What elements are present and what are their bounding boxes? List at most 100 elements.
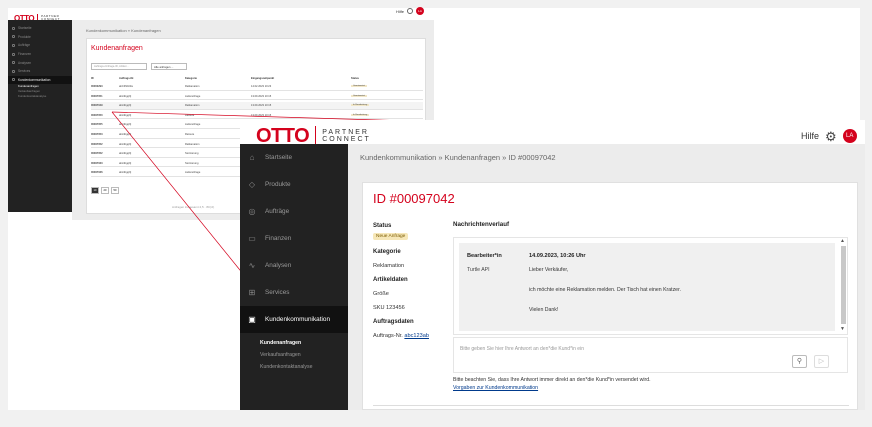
cart-icon [12, 43, 15, 47]
gear-icon[interactable]: ⚙ [825, 130, 837, 143]
table-row[interactable]: 00000293 abC3N1Dks Reklamation 14.02.2023 1… [91, 83, 423, 91]
house-icon: ⌂ [249, 153, 255, 162]
small-search-input[interactable]: Auftrags-/Anfrage-ID, Artikel... [91, 63, 147, 70]
category-label: Kategorie [373, 249, 401, 255]
message-body: ich möchte eine Reklamation melden. Der … [529, 287, 681, 293]
reply-placeholder: Bitte geben Sie hier Ihre Antwort an den… [460, 346, 584, 352]
small-nav-services[interactable]: Services [8, 67, 72, 76]
nav-finanzen[interactable]: ▭ Finanzen [240, 225, 348, 252]
scroll-thumb[interactable] [841, 246, 846, 324]
small-subnav-kundenkontaktanalyse[interactable]: Kundenkontaktanalyse [8, 94, 72, 99]
history-title: Nachrichtenverlauf [453, 221, 510, 228]
sidebar: ⌂ Startseite ◇ Produkte ◎ Aufträge ▭ Finanze… [240, 144, 348, 410]
table-row[interactable]: 00097051 abc4bgqXj Lieferanfrage 13.09.2023… [91, 93, 423, 101]
reply-field[interactable]: Bitte geben Sie hier Ihre Antwort an den… [453, 337, 848, 373]
sku-value: SKU 123456 [373, 305, 405, 311]
table-cell-order: abc4bgqXj [119, 94, 132, 98]
message-scrollbar[interactable]: ▲ ▼ [839, 238, 847, 334]
message-sender: Turtle API [467, 267, 490, 273]
table-cell-id[interactable]: 00097051 [91, 95, 103, 98]
table-cell-id[interactable]: 00097055 [91, 123, 103, 126]
small-nav-label: Kundenkommunikation [18, 77, 51, 82]
table-cell-id[interactable]: 00097052 [91, 143, 103, 146]
table-cell-id[interactable]: 00097033 [91, 162, 103, 165]
nav-label: Analysen [265, 262, 292, 269]
small-th-order[interactable]: Auftrags-Nr. [119, 77, 134, 80]
small-th-category[interactable]: Kategorie [185, 77, 197, 80]
order-link[interactable]: abc123ab [404, 333, 429, 339]
guidelines-link[interactable]: Vorgaben zur Kundenkommunikation [453, 385, 538, 391]
nav-label: Kundenkommunikation [265, 316, 331, 323]
puzzle-icon [12, 69, 15, 73]
small-nav-analysen[interactable]: Analysen [8, 58, 72, 67]
small-avatar[interactable]: LA [416, 7, 425, 15]
table-cell-dt: 13.09.2023 10:15 [251, 104, 272, 108]
table-cell-order: abc4bgqXj [119, 171, 132, 175]
small-nav-startseite[interactable]: Startseite [8, 24, 72, 33]
detail-screen: OTTO PARTNER CONNECT Hilfe ⚙ LA ⌂ Startsei… [240, 120, 865, 410]
order-value: Auftrags-Nr. abc123ab [373, 333, 429, 339]
small-page-size-50[interactable]: 50 [111, 187, 119, 194]
small-header-actions: Hilfe LA [396, 7, 425, 15]
nav-kundenkommunikation[interactable]: ▣ Kundenkommunikation [240, 306, 348, 333]
message-date: 14.09.2023, 10:26 Uhr [529, 253, 586, 259]
small-th-status[interactable]: Status [351, 77, 359, 80]
table-row[interactable]: 00097049 abc4bgqXj Reklamation 13.09.2023 1… [91, 102, 423, 110]
small-nav-finanzen[interactable]: Finanzen [8, 50, 72, 59]
small-page-size-20[interactable]: 20 [101, 187, 109, 194]
small-page-size-10[interactable]: 10 [91, 187, 99, 194]
subnav-kundenanfragen[interactable]: Kundenanfragen [240, 337, 348, 349]
table-cell-id[interactable]: 00097050 [91, 114, 103, 117]
help-link[interactable]: Hilfe [801, 131, 819, 141]
small-gear-icon[interactable] [407, 8, 414, 14]
table-cell-id[interactable]: 00097036 [91, 171, 103, 174]
nav-auftraege[interactable]: ◎ Aufträge [240, 198, 348, 225]
table-cell-id[interactable]: 00097053 [91, 133, 103, 136]
table-row[interactable]: 00097050 abc4bgqXj Retoure 13.09.2023 10:15… [91, 112, 423, 120]
message-history: Bearbeiter*in 14.09.2023, 10:26 Uhr Turt… [453, 237, 848, 335]
message-item: Bearbeiter*in 14.09.2023, 10:26 Uhr Turt… [459, 243, 835, 331]
table-cell-cat: Reklamation [185, 104, 200, 108]
subnav-kundenkontaktanalyse[interactable]: Kundenkontaktanalyse [240, 361, 348, 373]
logo-sub2: CONNECT [322, 136, 371, 143]
detail-panel: ID #00097042 Status Neue Anfrage Kategor… [362, 182, 858, 410]
table-cell-order: abc4bgqXj [119, 133, 132, 136]
nav-produkte[interactable]: ◇ Produkte [240, 171, 348, 198]
nav-startseite[interactable]: ⌂ Startseite [240, 144, 348, 171]
table-cell-st: Geantwortet [351, 94, 367, 97]
small-th-id[interactable]: ID [91, 77, 94, 80]
table-cell-id[interactable]: 00097052 [91, 152, 103, 155]
small-filter-select[interactable]: Alle anfragen ⌵ [151, 63, 187, 70]
small-help-link[interactable]: Hilfe [396, 9, 404, 14]
table-cell-id[interactable]: 00097049 [91, 104, 103, 107]
send-button[interactable]: ▷ [814, 355, 829, 368]
header-actions: Hilfe ⚙ LA [801, 129, 857, 143]
table-cell-cat: Lieferanfrage [185, 171, 201, 175]
puzzle-icon: ⊞ [248, 288, 256, 297]
attach-button[interactable]: ⚲ [792, 355, 807, 368]
small-nav-produkte[interactable]: Produkte [8, 33, 72, 42]
message-closing: Vielen Dank! [529, 307, 559, 313]
small-nav-auftraege[interactable]: Aufträge [8, 41, 72, 50]
small-page-title: Kundenanfragen [91, 45, 143, 52]
table-cell-id[interactable]: 00000293 [91, 85, 103, 88]
table-cell-cat: Stornierung [185, 152, 199, 156]
small-nav-kundenkommunikation[interactable]: Kundenkommunikation [8, 75, 72, 85]
chevron-down-icon: ⌵ [171, 65, 174, 69]
nav-label: Startseite [265, 154, 292, 161]
logo-divider [315, 126, 317, 146]
nav-services[interactable]: ⊞ Services [240, 279, 348, 306]
scroll-up-icon[interactable]: ▲ [840, 238, 845, 244]
subnav-verkaufsanfragen[interactable]: Verkaufsanfragen [240, 349, 348, 361]
small-nav-label: Services [18, 69, 31, 74]
small-breadcrumb: Kundenkommunikation » Kundenanfragen [86, 28, 161, 33]
table-cell-order: abc4bgqXj [119, 123, 132, 127]
small-th-date[interactable]: Eingangszeitpunkt [251, 77, 274, 80]
avatar[interactable]: LA [842, 129, 857, 143]
chat-icon: ▣ [248, 315, 256, 324]
table-cell-order: abc4bgqXj [119, 113, 132, 117]
scroll-down-icon[interactable]: ▼ [840, 326, 845, 332]
nav-analysen[interactable]: ∿ Analysen [240, 252, 348, 279]
guidelines-wrap: Vorgaben zur Kundenkommunikation [453, 385, 538, 391]
table-cell-dt: 14.02.2023 10:23 [251, 85, 272, 88]
